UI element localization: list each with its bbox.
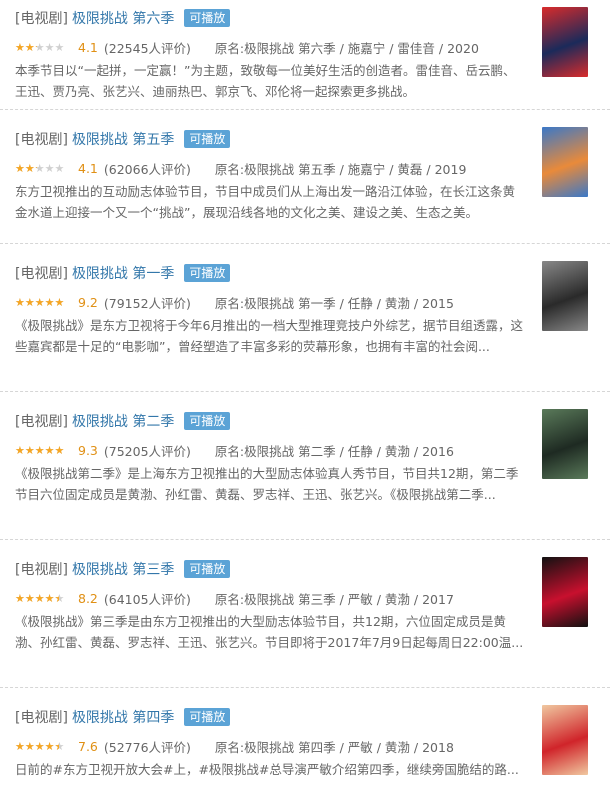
rating-stars: ★★★★★★★★★★ — [15, 41, 65, 54]
category-label: [电视剧] — [15, 710, 68, 726]
category-label: [电视剧] — [15, 562, 68, 578]
title-link[interactable]: 极限挑战 第二季 — [72, 411, 174, 431]
rating-stars: ★★★★★★★★★★ — [15, 444, 65, 457]
playable-badge[interactable]: 可播放 — [184, 412, 231, 430]
original-info: 原名:极限挑战 第三季 / 严敏 / 黄渤 / 2017 — [214, 592, 454, 607]
rating-count: (22545人评价) — [103, 41, 191, 56]
rating-stars: ★★★★★★★★★★ — [15, 162, 65, 175]
rating-count: (52776人评价) — [103, 740, 191, 755]
meta-row: ★★★★★★★★★★ 4.1 (62066人评价) 原名:极限挑战 第五季 / … — [15, 159, 466, 178]
title-row: [电视剧] 极限挑战 第一季 可播放 — [15, 263, 231, 283]
rating-score: 4.1 — [78, 161, 98, 176]
rating-score: 9.2 — [78, 295, 98, 310]
title-link[interactable]: 极限挑战 第五季 — [72, 129, 174, 149]
original-info: 原名:极限挑战 第二季 / 任静 / 黄渤 / 2016 — [214, 444, 454, 459]
original-info: 原名:极限挑战 第一季 / 任静 / 黄渤 / 2015 — [214, 296, 454, 311]
description: 《极限挑战》第三季是由东方卫视推出的大型励志体验节目，共12期，六位固定成员是黄… — [15, 614, 524, 650]
meta-row: ★★★★★ ★★★★★ 9.3 (75205人评价) 原名:极限挑战 第二季 / … — [15, 441, 454, 460]
playable-badge[interactable]: 可播放 — [184, 708, 231, 726]
rating-score: 9.3 — [78, 443, 98, 458]
category-label: [电视剧] — [15, 132, 68, 148]
original-info: 原名:极限挑战 第六季 / 施嘉宁 / 雷佳音 / 2020 — [214, 41, 479, 56]
title-link[interactable]: 极限挑战 第一季 — [72, 263, 174, 283]
category-label: [电视剧] — [15, 11, 68, 27]
list-item: [电视剧] 极限挑战 第三季 可播放 ★★★★★★★★★★ 8.2 (64105… — [0, 540, 610, 688]
rating-count: (75205人评价) — [103, 444, 191, 459]
title-link[interactable]: 极限挑战 第六季 — [72, 8, 174, 28]
poster-image[interactable] — [542, 261, 588, 331]
playable-badge[interactable]: 可播放 — [184, 9, 231, 27]
category-label: [电视剧] — [15, 414, 68, 430]
poster-image[interactable] — [542, 409, 588, 479]
rating-count: (64105人评价) — [103, 592, 191, 607]
rating-count: (79152人评价) — [103, 296, 191, 311]
rating-stars: ★★★★★★★★★★ — [15, 592, 65, 605]
description: 本季节目以“一起拼，一定赢！”为主题，致敬每一位美好生活的创造者。雷佳音、岳云鹏… — [15, 63, 516, 99]
list-item: [电视剧] 极限挑战 第二季 可播放 ★★★★★ ★★★★★ 9.3 (75205… — [0, 392, 610, 540]
result-list: [电视剧] 极限挑战 第六季 可播放 ★★★★★★★★★★ 4.1 (22545… — [0, 0, 610, 808]
title-link[interactable]: 极限挑战 第三季 — [72, 559, 174, 579]
description: 《极限挑战》是东方卫视将于今年6月推出的一档大型推理竞技户外综艺，据节目组透露，… — [15, 318, 523, 354]
list-item: [电视剧] 极限挑战 第四季 可播放 ★★★★★★★★★★ 7.6 (52776… — [0, 688, 610, 808]
title-row: [电视剧] 极限挑战 第三季 可播放 — [15, 559, 231, 579]
title-row: [电视剧] 极限挑战 第四季 可播放 — [15, 707, 231, 727]
title-row: [电视剧] 极限挑战 第五季 可播放 — [15, 129, 231, 149]
playable-badge[interactable]: 可播放 — [184, 264, 231, 282]
rating-score: 8.2 — [78, 591, 98, 606]
playable-badge[interactable]: 可播放 — [184, 130, 231, 148]
meta-row: ★★★★★★★★★★ 4.1 (22545人评价) 原名:极限挑战 第六季 / … — [15, 38, 479, 57]
rating-score: 4.1 — [78, 40, 98, 55]
meta-row: ★★★★★★★★★★ 7.6 (52776人评价) 原名:极限挑战 第四季 / … — [15, 737, 454, 756]
title-link[interactable]: 极限挑战 第四季 — [72, 707, 174, 727]
description: 东方卫视推出的互动励志体验节目，节目中成员们从上海出发一路沿江体验，在长江这条黄… — [15, 184, 516, 220]
original-info: 原名:极限挑战 第五季 / 施嘉宁 / 黄磊 / 2019 — [214, 162, 467, 177]
list-item: [电视剧] 极限挑战 第五季 可播放 ★★★★★★★★★★ 4.1 (62066… — [0, 110, 610, 244]
description: 《极限挑战第二季》是上海东方卫视推出的大型励志体验真人秀节目，节目共12期，第二… — [15, 466, 519, 502]
poster-image[interactable] — [542, 557, 588, 627]
poster-image[interactable] — [542, 127, 588, 197]
rating-stars: ★★★★★★★★★★ — [15, 296, 65, 309]
list-item: [电视剧] 极限挑战 第一季 可播放 ★★★★★ ★★★★★ 9.2 (79152… — [0, 244, 610, 392]
category-label: [电视剧] — [15, 266, 68, 282]
rating-count: (62066人评价) — [103, 162, 191, 177]
poster-image[interactable] — [542, 7, 588, 77]
description: 日前的#东方卫视开放大会#上，#极限挑战#总导演严敏介绍第四季，继续旁国脆结的路… — [15, 762, 519, 777]
original-info: 原名:极限挑战 第四季 / 严敏 / 黄渤 / 2018 — [214, 740, 454, 755]
playable-badge[interactable]: 可播放 — [184, 560, 231, 578]
rating-score: 7.6 — [78, 739, 98, 754]
title-row: [电视剧] 极限挑战 第六季 可播放 — [15, 8, 231, 28]
rating-stars: ★★★★★★★★★★ — [15, 740, 65, 753]
meta-row: ★★★★★ ★★★★★ 9.2 (79152人评价) 原名:极限挑战 第一季 / … — [15, 293, 454, 312]
meta-row: ★★★★★★★★★★ 8.2 (64105人评价) 原名:极限挑战 第三季 / … — [15, 589, 454, 608]
poster-image[interactable] — [542, 705, 588, 775]
title-row: [电视剧] 极限挑战 第二季 可播放 — [15, 411, 231, 431]
list-item: [电视剧] 极限挑战 第六季 可播放 ★★★★★★★★★★ 4.1 (22545… — [0, 0, 610, 110]
